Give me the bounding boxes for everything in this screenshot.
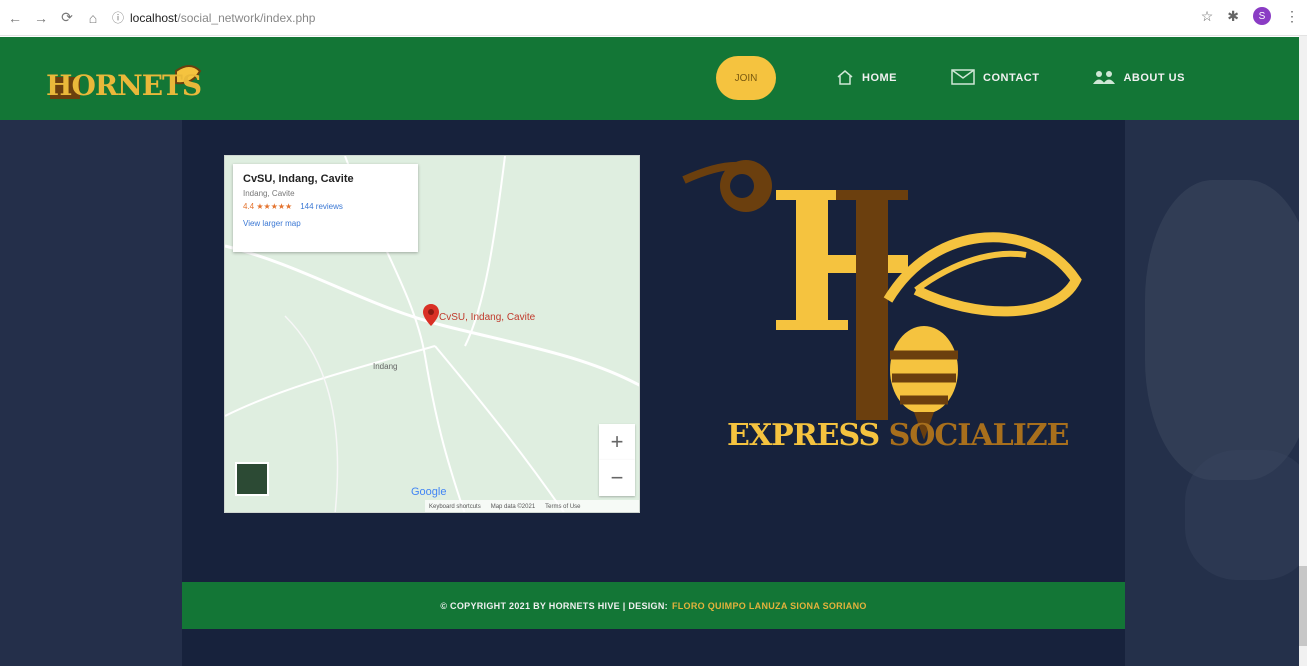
reload-icon[interactable]: ⟳ [56,7,78,29]
designers-text: FLORO QUIMPO LANUZA SIONA SORIANO [671,600,867,611]
profile-avatar[interactable]: S [1253,7,1271,25]
nav-home[interactable]: HOME [836,69,897,88]
satellite-toggle[interactable] [235,462,269,496]
scroll-thumb[interactable] [1299,566,1307,646]
nav-about[interactable]: ABOUT US [1093,70,1184,87]
top-navigation-bar: HORNETS JOIN HOME CONTACT ABOUT US [0,37,1307,120]
join-button[interactable]: JOIN [716,56,776,100]
zoom-in-button[interactable]: + [599,424,635,460]
keyboard-shortcuts-link[interactable]: Keyboard shortcuts [429,504,481,510]
hero-tagline: EXPRESS SOCIALIZE [727,418,1070,453]
map-pin-icon[interactable] [423,304,439,326]
copyright-text: © COPYRIGHT 2021 BY HORNETS HIVE | DESIG… [440,600,668,611]
left-background-panel [0,120,182,666]
url-host: localhost [130,10,178,25]
page-viewport: HORNETS JOIN HOME CONTACT ABOUT US [0,37,1307,666]
browser-toolbar: ← → ⟳ ⌂ ⓘ localhost /social_network/inde… [0,0,1307,36]
nav-links: JOIN HOME CONTACT ABOUT US [716,56,1239,100]
map-footer: Keyboard shortcuts Map data ©2021 Terms … [425,500,639,512]
background-photo-shape [1145,180,1307,480]
right-background-panel [1125,120,1307,666]
town-label: Indang [373,362,398,371]
bookmark-star-icon[interactable]: ☆ [1201,8,1214,25]
nav-home-label: HOME [862,72,897,84]
address-bar[interactable]: ⓘ localhost /social_network/index.php [112,6,1112,30]
browser-menu-icon[interactable]: ⋮ [1285,8,1299,25]
reviews-link[interactable]: 144 reviews [300,202,343,211]
tagline-socialize: SOCIALIZE [888,418,1070,453]
browser-actions: ☆ ✱ S ⋮ [1201,7,1299,25]
url-path: /social_network/index.php [177,10,316,25]
hornets-logo[interactable]: HORNETS [46,57,216,107]
extensions-icon[interactable]: ✱ [1227,8,1239,25]
back-arrow-icon[interactable]: ← [4,7,26,29]
rating-stars: 4.4 ★★★★★ [243,202,293,211]
home-icon [836,69,854,88]
users-icon [1093,70,1116,87]
page-scrollbar[interactable] [1299,36,1307,666]
place-subtitle: Indang, Cavite [243,189,295,198]
nav-contact[interactable]: CONTACT [951,68,1040,88]
map-data-text: Map data ©2021 [490,504,536,510]
nav-about-label: ABOUT US [1123,72,1185,84]
terms-link[interactable]: Terms of Use [545,504,580,510]
google-map-embed[interactable]: CvSU, Indang, Cavite Indang, Cavite 4.4 … [224,155,640,513]
zoom-out-button[interactable]: − [599,460,635,496]
home-browser-icon[interactable]: ⌂ [82,7,104,29]
google-logo: Google [411,486,447,498]
site-info-icon[interactable]: ⓘ [112,9,124,26]
logo-wordmark: HORNETS [46,69,202,102]
mail-icon [951,68,975,88]
place-info-card: CvSU, Indang, Cavite Indang, Cavite 4.4 … [233,164,418,252]
tagline-express: EXPRESS [727,418,880,453]
forward-arrow-icon[interactable]: → [30,7,52,29]
nav-contact-label: CONTACT [983,72,1040,84]
page-footer: © COPYRIGHT 2021 BY HORNETS HIVE | DESIG… [182,582,1125,629]
view-larger-map-link[interactable]: View larger map [243,219,408,228]
place-rating: 4.4 ★★★★★ 144 reviews [243,202,408,211]
background-photo-shape [1185,450,1307,580]
map-pin-label: CvSU, Indang, Cavite [439,312,536,323]
place-title: CvSU, Indang, Cavite [243,173,354,185]
